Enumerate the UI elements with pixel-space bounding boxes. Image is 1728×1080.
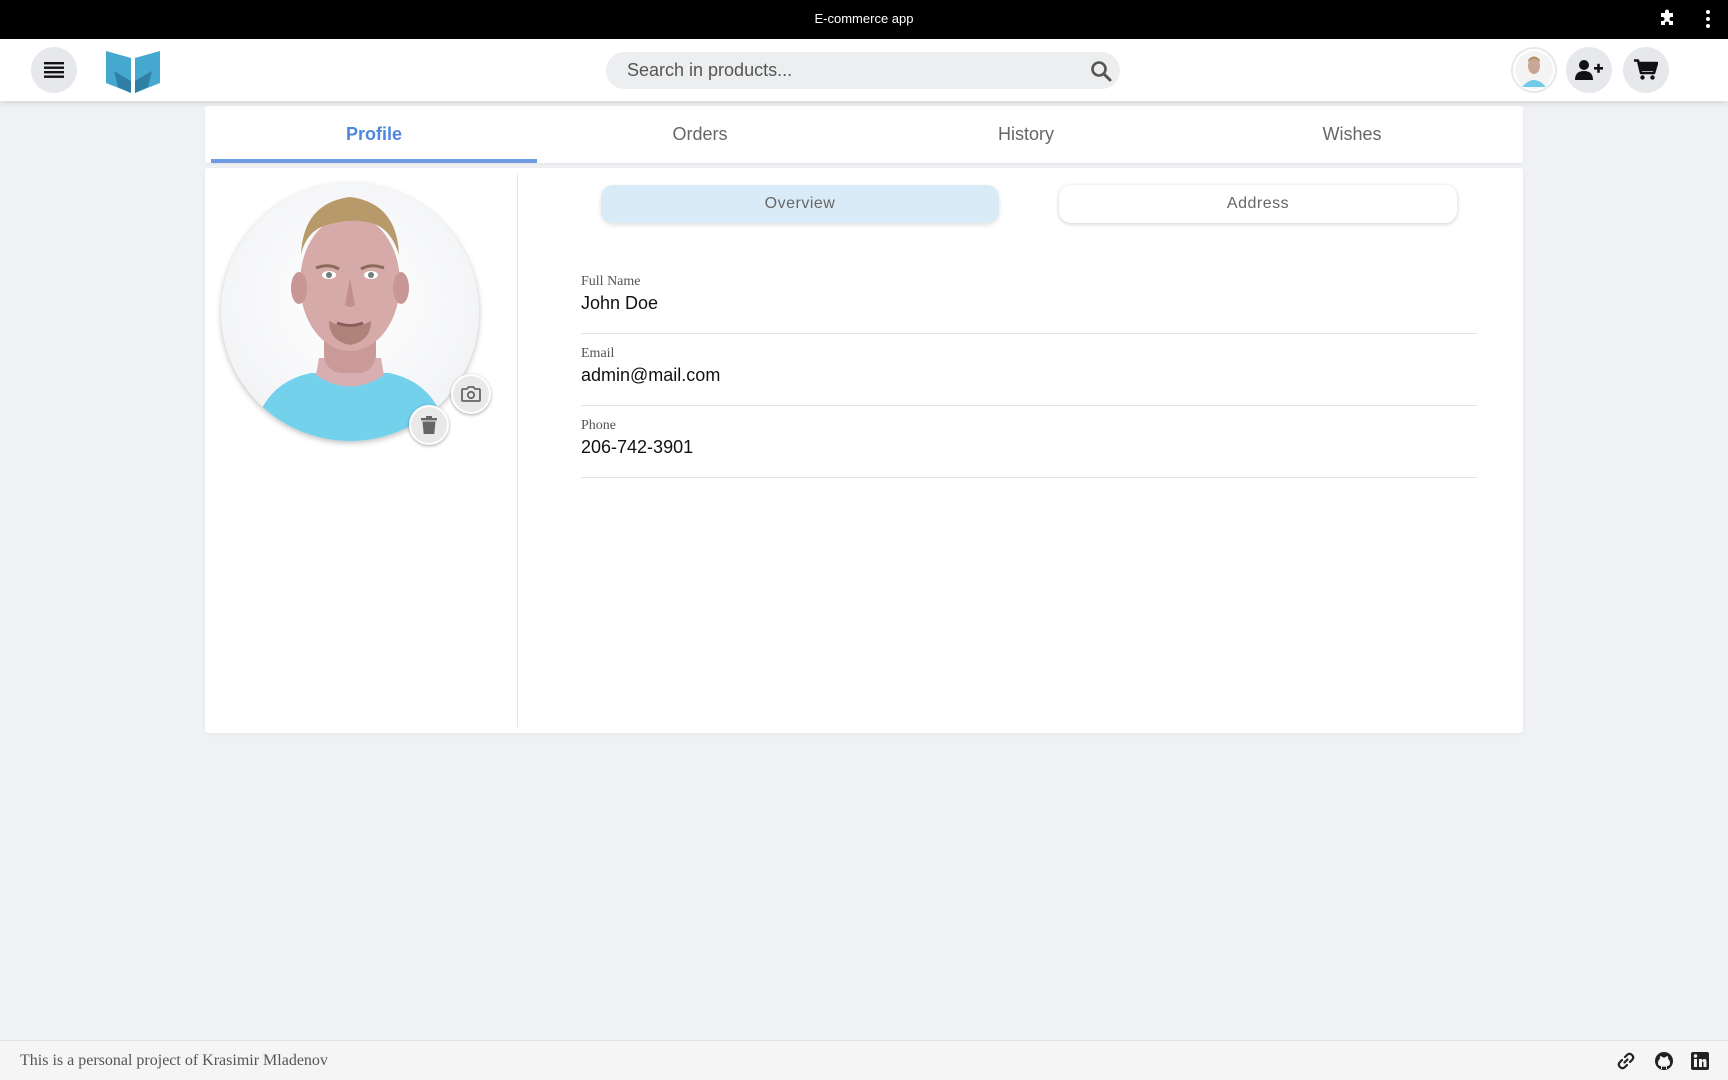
email-field: Email admin@mail.com	[581, 346, 1477, 406]
linkedin-icon[interactable]	[1690, 1051, 1710, 1071]
window-title: E-commerce app	[814, 11, 914, 26]
trash-icon	[421, 416, 437, 434]
phone-label: Phone	[581, 418, 616, 433]
search-box[interactable]	[606, 52, 1120, 89]
profile-photo	[221, 183, 479, 441]
hamburger-icon	[44, 62, 64, 78]
delete-photo-button[interactable]	[409, 405, 449, 445]
phone-field: Phone 206-742-3901	[581, 418, 1477, 478]
avatar	[1513, 49, 1555, 91]
cart-icon	[1634, 59, 1658, 80]
active-tab-indicator	[211, 159, 537, 163]
overview-toggle[interactable]: Overview	[601, 185, 999, 223]
phone-value: 206-742-3901	[581, 437, 694, 457]
footer-credit: This is a personal project of Krasimir M…	[20, 1052, 328, 1069]
puzzle-icon[interactable]	[1658, 9, 1678, 29]
profile-avatar-image	[251, 197, 449, 441]
full-name-field: Full Name John Doe	[581, 274, 1477, 334]
profile-tabs: Profile Orders History Wishes	[205, 106, 1523, 163]
email-value: admin@mail.com	[581, 365, 721, 385]
tab-profile[interactable]: Profile	[211, 106, 537, 163]
butterfly-book-logo[interactable]	[104, 45, 162, 95]
column-divider	[517, 174, 518, 727]
more-vert-icon[interactable]	[1698, 8, 1718, 30]
profile-card: Overview Address Full Name John Doe Emai…	[205, 168, 1523, 733]
full-name-value: John Doe	[581, 293, 659, 313]
email-label: Email	[581, 346, 615, 361]
add-user-icon	[1575, 60, 1603, 80]
page-footer: This is a personal project of Krasimir M…	[0, 1040, 1728, 1080]
cart-button[interactable]	[1623, 47, 1669, 93]
user-avatar-button[interactable]	[1511, 47, 1557, 93]
github-icon[interactable]	[1654, 1051, 1674, 1071]
search-input[interactable]	[606, 52, 1066, 89]
app-header	[0, 39, 1728, 101]
full-name-label: Full Name	[581, 274, 641, 289]
upload-photo-button[interactable]	[451, 374, 491, 414]
camera-icon	[461, 386, 481, 402]
menu-button[interactable]	[31, 47, 77, 93]
tab-history[interactable]: History	[863, 106, 1189, 163]
tab-orders[interactable]: Orders	[537, 106, 863, 163]
address-toggle[interactable]: Address	[1059, 185, 1457, 223]
register-button[interactable]	[1566, 47, 1612, 93]
search-icon[interactable]	[1090, 60, 1112, 82]
link-icon[interactable]	[1616, 1051, 1636, 1071]
window-titlebar: E-commerce app	[0, 0, 1728, 39]
tab-wishes[interactable]: Wishes	[1189, 106, 1515, 163]
